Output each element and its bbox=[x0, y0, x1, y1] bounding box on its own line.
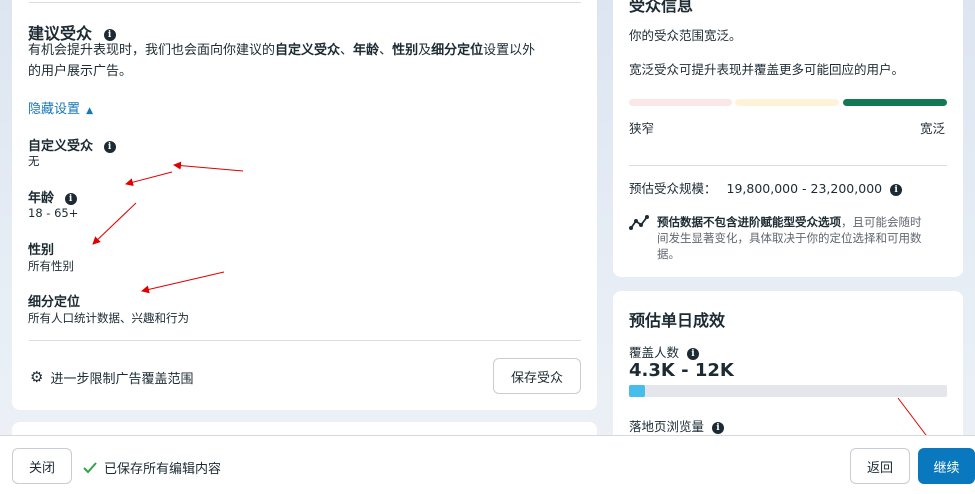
saved-status: 已保存所有编辑内容 bbox=[82, 458, 221, 477]
close-button[interactable]: 关闭 bbox=[12, 448, 72, 484]
annotation-arrows bbox=[92, 161, 933, 444]
annotation-arrow bbox=[125, 171, 173, 187]
continue-button[interactable]: 继续 bbox=[918, 448, 975, 484]
check-icon bbox=[83, 461, 97, 473]
back-button[interactable]: 返回 bbox=[850, 448, 910, 484]
footer-bar: 关闭 已保存所有编辑内容 返回 继续 bbox=[0, 435, 975, 494]
annotation-arrow bbox=[173, 161, 244, 172]
annotation-arrow bbox=[92, 202, 137, 245]
annotation-arrow bbox=[141, 271, 225, 294]
